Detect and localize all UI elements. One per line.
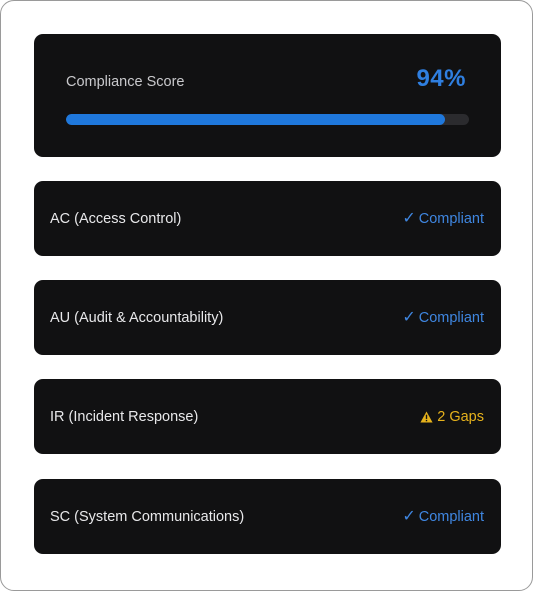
checkmark-icon: ✓: [402, 308, 416, 326]
checkmark-icon: ✓: [402, 209, 416, 227]
control-name: AU (Audit & Accountability): [50, 309, 224, 326]
control-name: AC (Access Control): [50, 210, 182, 227]
status-text: 2 Gaps: [437, 408, 484, 425]
status-text: Compliant: [418, 508, 484, 525]
compliance-score-card: Compliance Score 94%: [34, 34, 501, 157]
status-text: Compliant: [418, 309, 484, 326]
control-row-ac[interactable]: AC (Access Control) ✓ Compliant: [34, 181, 501, 256]
compliance-panel: Compliance Score 94% AC (Access Control)…: [0, 0, 533, 591]
control-row-au[interactable]: AU (Audit & Accountability) ✓ Compliant: [34, 280, 501, 355]
status-badge: ✓ Compliant: [402, 209, 484, 227]
status-badge: 2 Gaps: [420, 409, 484, 425]
warning-icon: [420, 410, 433, 423]
control-name: IR (Incident Response): [50, 408, 199, 425]
control-row-ir[interactable]: IR (Incident Response) 2 Gaps: [34, 379, 501, 454]
compliance-progress-fill: [66, 114, 445, 125]
compliance-score-label: Compliance Score: [66, 74, 185, 90]
status-text: Compliant: [418, 210, 484, 227]
status-badge: ✓ Compliant: [402, 308, 484, 326]
control-row-sc[interactable]: SC (System Communications) ✓ Compliant: [34, 479, 501, 554]
compliance-score-value: 94%: [416, 65, 466, 92]
compliance-progress-bar: [66, 114, 469, 125]
status-badge: ✓ Compliant: [402, 507, 484, 525]
checkmark-icon: ✓: [402, 507, 416, 525]
control-name: SC (System Communications): [50, 508, 245, 525]
